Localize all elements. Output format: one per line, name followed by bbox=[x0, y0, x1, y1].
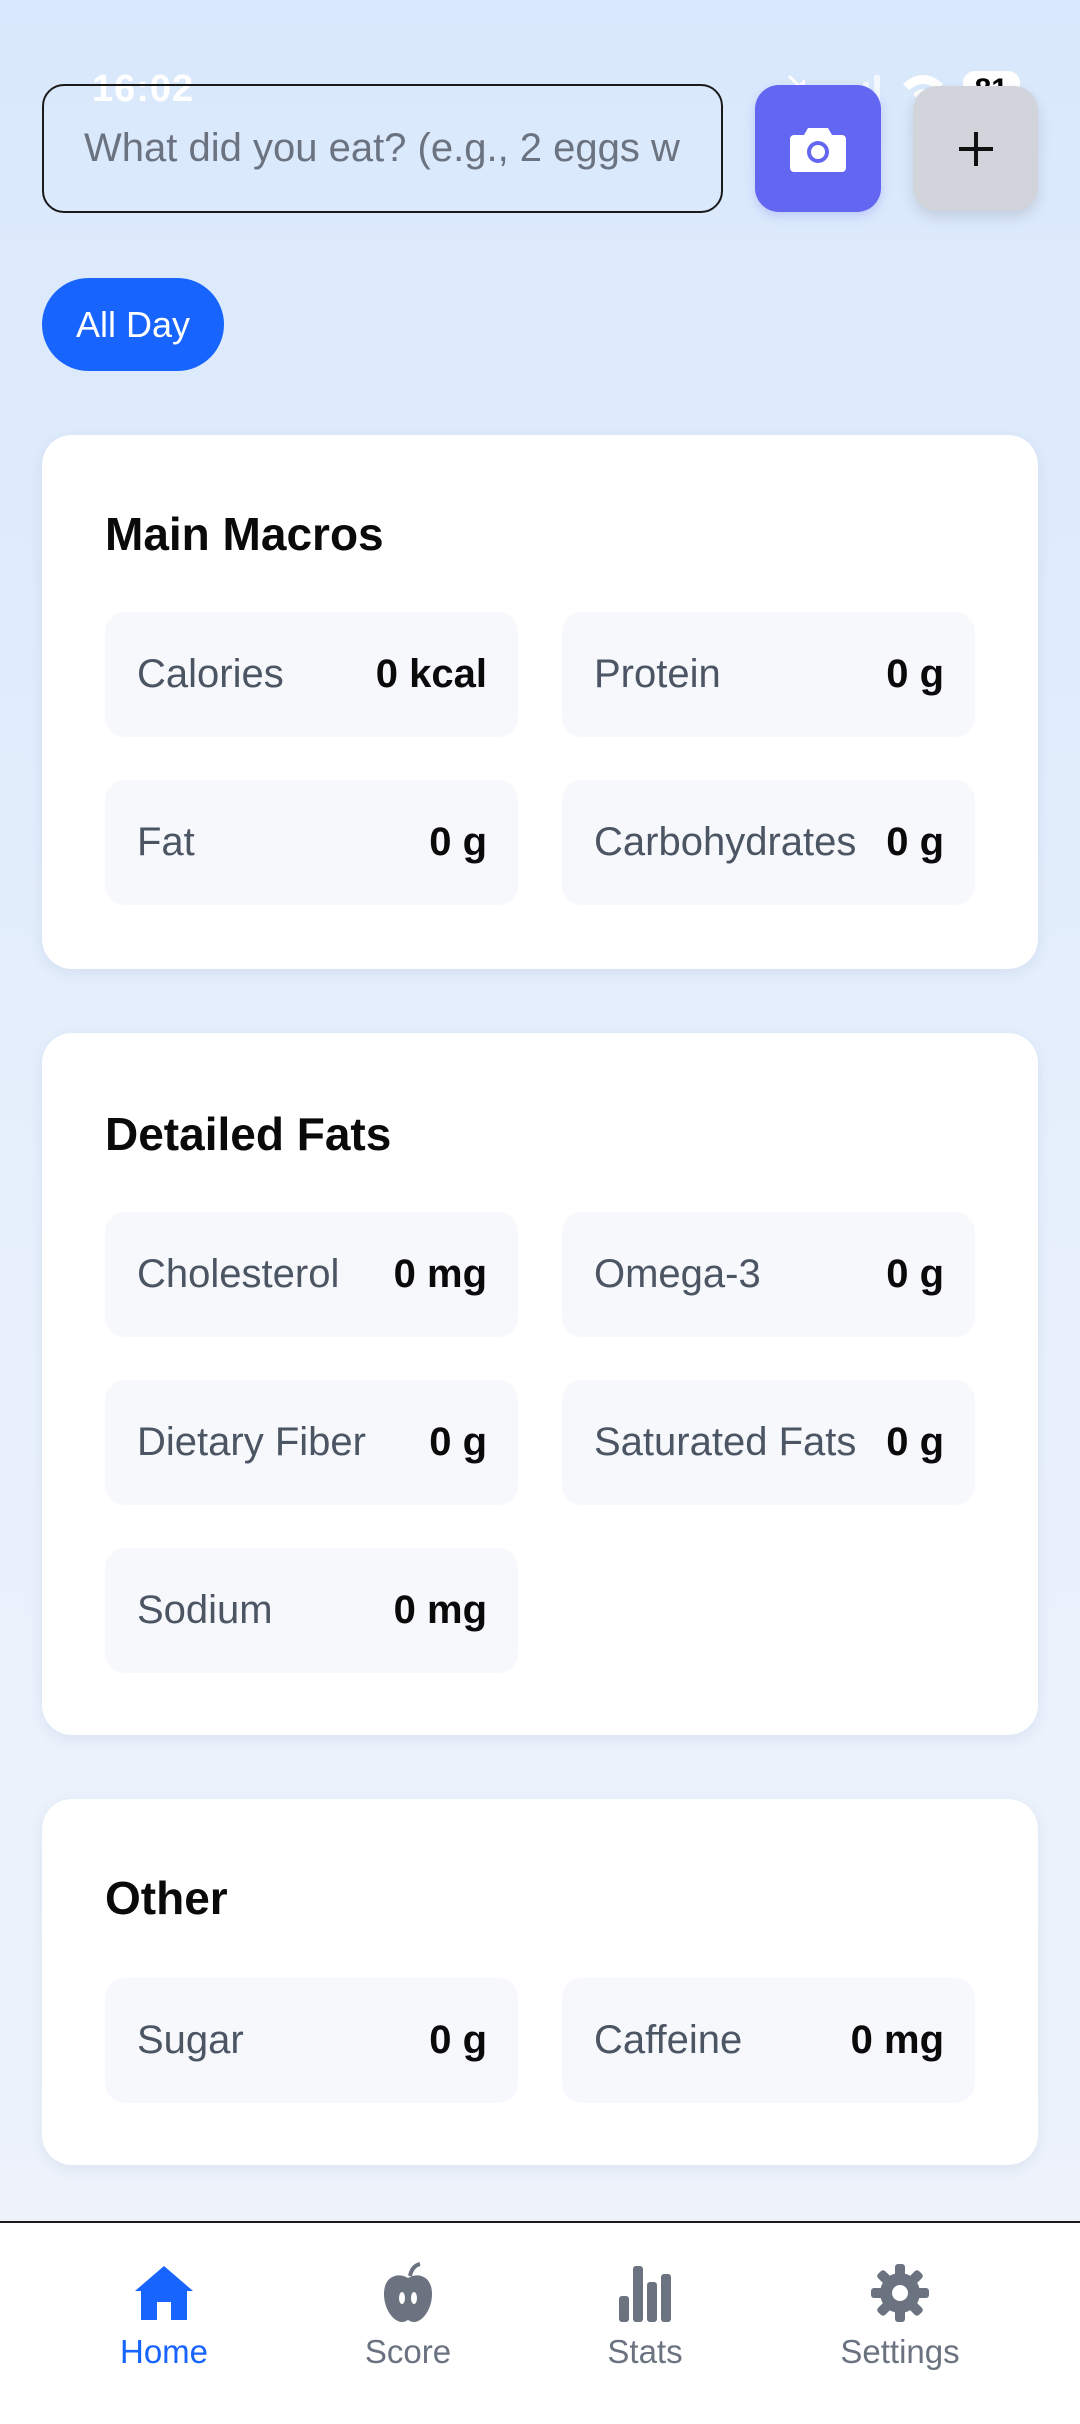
nutrient-tile-saturated-fats: Saturated Fats 0 g bbox=[562, 1380, 975, 1505]
nutrient-tile-carbohydrates: Carbohydrates 0 g bbox=[562, 780, 975, 905]
nutrient-tile-fat: Fat 0 g bbox=[105, 780, 518, 905]
nutrient-label: Carbohydrates bbox=[594, 820, 857, 864]
gear-icon bbox=[870, 2261, 930, 2325]
nutrient-tile-cholesterol: Cholesterol 0 mg bbox=[105, 1212, 518, 1337]
nutrient-tile-sodium: Sodium 0 mg bbox=[105, 1548, 518, 1673]
nav-label: Home bbox=[119, 2333, 209, 2370]
nutrient-label: Cholesterol bbox=[137, 1252, 340, 1296]
card-title: Main Macros bbox=[105, 508, 384, 560]
nav-label: Stats bbox=[607, 2333, 683, 2370]
main-macros-card: Main Macros Calories 0 kcal Protein 0 g … bbox=[42, 435, 1038, 969]
nutrient-tile-caffeine: Caffeine 0 mg bbox=[562, 1978, 975, 2103]
nutrient-label: Caffeine bbox=[594, 2018, 743, 2062]
nutrient-label: Calories bbox=[137, 652, 284, 696]
food-entry-input[interactable] bbox=[42, 84, 723, 213]
nav-item-home[interactable]: Home bbox=[64, 2261, 264, 2391]
other-card: Other Sugar 0 g Caffeine 0 mg bbox=[42, 1799, 1038, 2165]
nutrient-value: 0 g bbox=[886, 820, 944, 864]
nutrient-value: 0 mg bbox=[393, 1588, 487, 1632]
plus-icon bbox=[958, 131, 993, 166]
bottom-navigation: Home Score Stats Settings bbox=[0, 2221, 1080, 2424]
nav-label: Settings bbox=[840, 2333, 960, 2370]
nutrient-label: Dietary Fiber bbox=[137, 1420, 366, 1464]
nav-item-stats[interactable]: Stats bbox=[545, 2261, 745, 2391]
nutrient-value: 0 mg bbox=[393, 1252, 487, 1296]
filter-chip-all-day[interactable]: All Day bbox=[42, 278, 224, 371]
nav-label: Score bbox=[364, 2333, 452, 2370]
camera-button[interactable] bbox=[755, 85, 881, 212]
add-button[interactable] bbox=[913, 86, 1038, 211]
nutrient-tile-dietary-fiber: Dietary Fiber 0 g bbox=[105, 1380, 518, 1505]
bar-chart-icon bbox=[617, 2261, 673, 2325]
nutrient-value: 0 g bbox=[886, 1252, 944, 1296]
nutrient-value: 0 g bbox=[429, 1420, 487, 1464]
nutrient-tile-omega-3: Omega-3 0 g bbox=[562, 1212, 975, 1337]
nutrient-label: Omega-3 bbox=[594, 1252, 761, 1296]
nutrient-tile-calories: Calories 0 kcal bbox=[105, 612, 518, 737]
nutrient-tile-sugar: Sugar 0 g bbox=[105, 1978, 518, 2103]
camera-icon bbox=[790, 127, 846, 172]
nutrient-label: Protein bbox=[594, 652, 721, 696]
nutrient-label: Sodium bbox=[137, 1588, 273, 1632]
nutrient-value: 0 g bbox=[429, 820, 487, 864]
nav-item-settings[interactable]: Settings bbox=[800, 2261, 1000, 2391]
nutrient-value: 0 g bbox=[886, 652, 944, 696]
nutrient-tile-protein: Protein 0 g bbox=[562, 612, 975, 737]
nutrient-label: Fat bbox=[137, 820, 195, 864]
nutrient-value: 0 mg bbox=[850, 2018, 944, 2062]
nutrient-value: 0 g bbox=[886, 1420, 944, 1464]
nav-item-score[interactable]: Score bbox=[308, 2261, 508, 2391]
nutrient-value: 0 g bbox=[429, 2018, 487, 2062]
detailed-fats-card: Detailed Fats Cholesterol 0 mg Omega-3 0… bbox=[42, 1033, 1038, 1735]
card-title: Detailed Fats bbox=[105, 1108, 392, 1160]
nutrient-value: 0 kcal bbox=[375, 652, 487, 696]
apple-icon bbox=[380, 2261, 436, 2325]
home-icon bbox=[133, 2261, 195, 2325]
card-title: Other bbox=[105, 1872, 228, 1924]
nutrient-label: Saturated Fats bbox=[594, 1420, 857, 1464]
nutrient-label: Sugar bbox=[137, 2018, 244, 2062]
